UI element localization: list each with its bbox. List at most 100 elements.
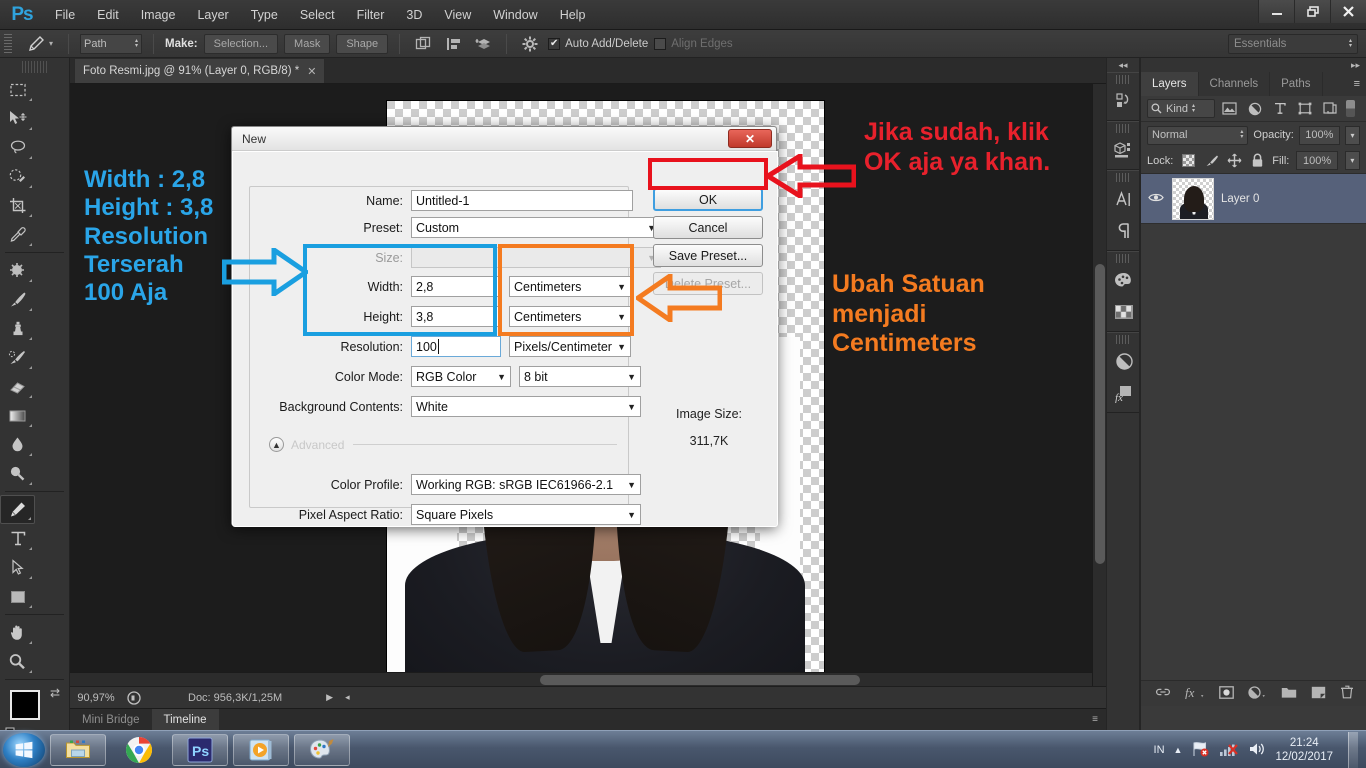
paragraph-panel-icon[interactable]	[1107, 215, 1141, 247]
resolution-unit-select[interactable]: Pixels/Centimeter ▼	[509, 336, 631, 357]
workspace-switcher[interactable]: Essentials ▴ ▾	[1228, 34, 1358, 54]
spot-healing-icon[interactable]	[0, 256, 35, 285]
eyedropper-icon[interactable]	[0, 220, 35, 249]
media-player-icon[interactable]	[233, 733, 289, 766]
filter-shape-icon[interactable]	[1294, 99, 1315, 119]
color-profile-select[interactable]: Working RGB: sRGB IEC61966-2.1 ▼	[411, 474, 641, 495]
new-layer-icon[interactable]	[1311, 686, 1326, 702]
blend-mode-stepper-icon[interactable]: ▴ ▾	[1240, 129, 1243, 140]
pen-tool-icon[interactable]	[0, 495, 35, 524]
show-hidden-icons-icon[interactable]: ▲	[1174, 745, 1183, 755]
name-input[interactable]: Untitled-1	[411, 190, 633, 211]
panel-menu-icon[interactable]: ≡	[1092, 714, 1098, 725]
styles-panel-icon[interactable]: fx	[1107, 377, 1141, 409]
rail-grip-5[interactable]	[1116, 335, 1130, 344]
layer-row[interactable]: Layer 0	[1141, 174, 1366, 224]
close-icon[interactable]: ✕	[307, 65, 316, 78]
rail-grip-4[interactable]	[1116, 254, 1130, 263]
restore-button[interactable]	[1294, 0, 1330, 23]
canvas-horizontal-scrollbar[interactable]	[70, 672, 1092, 686]
layer-filter-stepper-icon[interactable]: ▴ ▾	[1192, 103, 1195, 114]
path-operations-icon[interactable]	[411, 33, 435, 55]
status-left-arrow-icon[interactable]: ◂	[345, 692, 350, 703]
menu-image[interactable]: Image	[130, 0, 187, 30]
swatches-panel-icon[interactable]	[1107, 264, 1141, 296]
hand-icon[interactable]	[0, 618, 35, 647]
ok-button[interactable]: OK	[653, 188, 763, 211]
path-arrangement-icon[interactable]	[471, 33, 495, 55]
clock[interactable]: 21:24 12/02/2017	[1275, 736, 1333, 764]
path-mode-select[interactable]: Path ▴ ▾	[80, 33, 143, 54]
clone-stamp-icon[interactable]	[0, 314, 35, 343]
delete-layer-icon[interactable]	[1340, 685, 1354, 702]
menu-help[interactable]: Help	[549, 0, 597, 30]
make-selection-button[interactable]: Selection...	[203, 33, 279, 54]
tab-mini-bridge[interactable]: Mini Bridge	[70, 709, 152, 731]
layer-filter-kind-select[interactable]: Kind ▴ ▾	[1147, 99, 1215, 118]
workspace-stepper-icon[interactable]: ▴ ▾	[1349, 38, 1352, 49]
layer-name-label[interactable]: Layer 0	[1221, 193, 1259, 205]
active-tool-preset[interactable]: ▾	[22, 33, 57, 55]
lock-all-icon[interactable]	[1249, 152, 1265, 169]
opacity-field[interactable]: 100%	[1298, 125, 1340, 145]
dodge-icon[interactable]	[0, 459, 35, 488]
volume-icon[interactable]	[1248, 741, 1266, 760]
menu-select[interactable]: Select	[289, 0, 346, 30]
google-chrome-icon[interactable]	[111, 734, 167, 766]
status-expand-icon[interactable]: ▶	[326, 692, 333, 703]
language-indicator[interactable]: IN	[1154, 744, 1165, 756]
layer-style-fx-icon[interactable]: fx	[1185, 685, 1205, 702]
menu-edit[interactable]: Edit	[86, 0, 130, 30]
bit-depth-select[interactable]: 8 bit ▼	[519, 366, 641, 387]
path-selection-icon[interactable]	[0, 553, 35, 582]
tab-paths[interactable]: Paths	[1270, 72, 1323, 96]
tools-panel-grip[interactable]	[22, 61, 47, 73]
auto-add-delete-checkbox[interactable]: ✔ Auto Add/Delete	[548, 37, 648, 50]
link-layers-icon[interactable]	[1155, 686, 1171, 701]
crop-icon[interactable]	[0, 191, 35, 220]
windows-start-icon[interactable]	[3, 732, 45, 767]
filter-enable-toggle[interactable]	[1346, 100, 1355, 117]
canvas-vertical-scrollbar[interactable]	[1092, 84, 1106, 686]
network-error-icon[interactable]	[1191, 741, 1210, 760]
history-icon[interactable]	[1107, 85, 1141, 117]
lock-transparency-icon[interactable]	[1180, 152, 1196, 169]
color-panel-icon[interactable]	[1107, 296, 1141, 328]
expand-panels-icon[interactable]: ◂◂	[1107, 58, 1139, 72]
document-tab[interactable]: Foto Resmi.jpg @ 91% (Layer 0, RGB/8) * …	[74, 58, 326, 83]
tab-timeline[interactable]: Timeline	[151, 708, 219, 731]
history-brush-icon[interactable]	[0, 343, 35, 372]
fill-slider-caret-icon[interactable]: ▾	[1344, 151, 1360, 170]
show-desktop-button[interactable]	[1348, 732, 1358, 768]
color-mode-select[interactable]: RGB Color ▼	[411, 366, 511, 387]
advanced-toggle[interactable]: ▲ Advanced	[269, 437, 344, 452]
layer-thumbnail[interactable]	[1172, 177, 1214, 220]
panel-menu-icon[interactable]: ≡	[1354, 78, 1360, 90]
add-layer-mask-icon[interactable]	[1218, 685, 1234, 702]
layers-panel-collapse-icon[interactable]: ▸▸	[1141, 58, 1366, 72]
close-button[interactable]	[1330, 0, 1366, 23]
blur-icon[interactable]	[0, 430, 35, 459]
move-icon[interactable]	[0, 104, 35, 133]
eraser-icon[interactable]	[0, 372, 35, 401]
rail-grip-2[interactable]	[1116, 124, 1130, 133]
canvas-vertical-scroll-thumb[interactable]	[1095, 264, 1105, 564]
opacity-slider-caret-icon[interactable]: ▾	[1344, 125, 1360, 145]
document-info-icon[interactable]	[122, 690, 146, 705]
align-edges-checkbox[interactable]: Align Edges	[654, 37, 733, 50]
tab-layers[interactable]: Layers	[1141, 72, 1199, 96]
quick-selection-icon[interactable]	[0, 162, 35, 191]
foreground-color-swatch[interactable]	[10, 690, 40, 720]
menu-window[interactable]: Window	[482, 0, 548, 30]
lock-position-icon[interactable]	[1226, 152, 1242, 169]
make-mask-button[interactable]: Mask	[284, 33, 331, 54]
filter-pixel-icon[interactable]	[1219, 99, 1240, 119]
save-preset-button[interactable]: Save Preset...	[653, 244, 763, 267]
paint-icon[interactable]	[294, 733, 350, 766]
path-alignment-icon[interactable]	[441, 33, 465, 55]
canvas-horizontal-scroll-thumb[interactable]	[540, 675, 860, 685]
photoshop-icon[interactable]: Ps	[172, 733, 228, 766]
menu-3d[interactable]: 3D	[395, 0, 433, 30]
make-shape-button[interactable]: Shape	[336, 33, 389, 54]
swap-colors-icon[interactable]: ⇄	[50, 686, 60, 700]
